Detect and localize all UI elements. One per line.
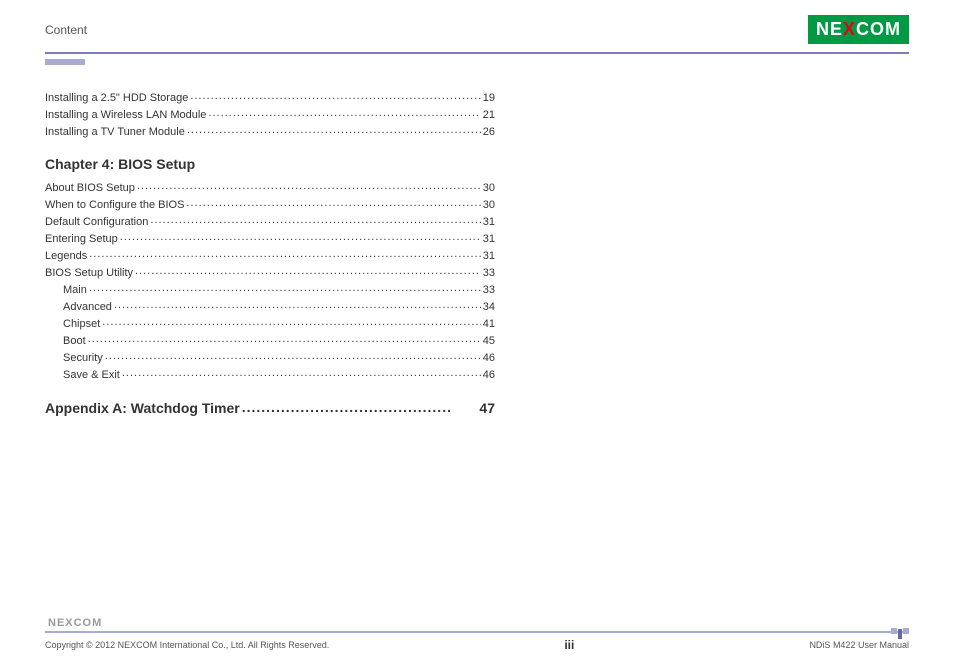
- header-section-label: Content: [45, 23, 87, 37]
- toc-dots: [120, 231, 481, 242]
- toc-entry: Chipset 41: [45, 316, 495, 330]
- toc-entry-page: 33: [483, 284, 495, 296]
- appendix-a-title: Appendix A: Watchdog Timer: [45, 400, 240, 416]
- toc-dots: [88, 333, 481, 344]
- footer-row: Copyright © 2012 NEXCOM International Co…: [45, 638, 909, 652]
- chapter-4-heading: Chapter 4: BIOS Setup: [45, 156, 495, 172]
- toc-entry: Default Configuration 31: [45, 214, 495, 228]
- toc-entry-page: 19: [483, 92, 495, 104]
- nexcom-logo: NEXCOM: [808, 15, 909, 44]
- footer-decoration-icon: [890, 621, 909, 639]
- toc-entry: Advanced 34: [45, 299, 495, 313]
- toc-dots: [114, 299, 481, 310]
- toc-entry-page: 26: [483, 126, 495, 138]
- toc-entry-title: When to Configure the BIOS: [45, 199, 184, 211]
- toc-entry-title: Installing a Wireless LAN Module: [45, 109, 206, 121]
- toc-entry-title: About BIOS Setup: [45, 182, 135, 194]
- copyright-text: Copyright © 2012 NEXCOM International Co…: [45, 640, 329, 650]
- toc-entry-title: Save & Exit: [63, 369, 120, 381]
- footer-logo: NEXCOM: [48, 617, 102, 629]
- toc-dots: [187, 124, 481, 135]
- toc-dots: [89, 282, 481, 293]
- toc-entry-page: 46: [483, 352, 495, 364]
- appendix-a-line: Appendix A: Watchdog Timer 47: [45, 399, 495, 416]
- toc-entry-title: Main: [63, 284, 87, 296]
- toc-entry-page: 34: [483, 301, 495, 313]
- appendix-a-page: 47: [479, 400, 495, 416]
- page-footer: NEXCOM Copyright © 2012 NEXCOM Internati…: [0, 631, 954, 652]
- toc-chapter-4-group: About BIOS Setup30When to Configure the …: [45, 180, 495, 381]
- toc-entry: Boot 45: [45, 333, 495, 347]
- toc-entry: Installing a 2.5" HDD Storage 19: [45, 90, 495, 104]
- page-header: Content NEXCOM: [0, 0, 954, 52]
- toc-entry-page: 31: [483, 233, 495, 245]
- toc-entry: Save & Exit 46: [45, 367, 495, 381]
- toc-pre-chapter-group: Installing a 2.5" HDD Storage19Installin…: [45, 90, 495, 138]
- toc-dots: [208, 107, 480, 118]
- table-of-contents: Installing a 2.5" HDD Storage19Installin…: [0, 90, 540, 416]
- toc-entry: Main 33: [45, 282, 495, 296]
- appendix-dots: [242, 399, 478, 413]
- toc-entry: When to Configure the BIOS 30: [45, 197, 495, 211]
- toc-entry: Installing a TV Tuner Module 26: [45, 124, 495, 138]
- toc-entry-title: Installing a TV Tuner Module: [45, 126, 185, 138]
- toc-entry-title: Chipset: [63, 318, 100, 330]
- toc-entry-title: Boot: [63, 335, 86, 347]
- toc-dots: [89, 248, 481, 259]
- header-divider: [45, 52, 909, 54]
- toc-entry-page: 31: [483, 250, 495, 262]
- manual-name: NDiS M422 User Manual: [809, 640, 909, 650]
- toc-entry-title: Advanced: [63, 301, 112, 313]
- toc-dots: [102, 316, 480, 327]
- toc-entry-title: Legends: [45, 250, 87, 262]
- page-number: iii: [564, 638, 574, 652]
- toc-entry-page: 21: [483, 109, 495, 121]
- toc-entry-page: 30: [483, 182, 495, 194]
- toc-entry-page: 46: [483, 369, 495, 381]
- toc-entry: BIOS Setup Utility 33: [45, 265, 495, 279]
- toc-dots: [150, 214, 480, 225]
- toc-entry-page: 41: [483, 318, 495, 330]
- footer-divider: NEXCOM: [45, 631, 909, 633]
- toc-entry-title: Installing a 2.5" HDD Storage: [45, 92, 188, 104]
- toc-entry: Entering Setup 31: [45, 231, 495, 245]
- toc-entry-title: Security: [63, 352, 103, 364]
- toc-dots: [190, 90, 480, 101]
- toc-dots: [186, 197, 480, 208]
- toc-entry-title: Default Configuration: [45, 216, 148, 228]
- toc-entry: Security 46: [45, 350, 495, 364]
- toc-dots: [122, 367, 481, 378]
- toc-entry-title: Entering Setup: [45, 233, 118, 245]
- toc-entry-title: BIOS Setup Utility: [45, 267, 133, 279]
- toc-entry-page: 30: [483, 199, 495, 211]
- header-accent-bar: [45, 59, 85, 65]
- toc-entry: Installing a Wireless LAN Module 21: [45, 107, 495, 121]
- toc-entry: About BIOS Setup 30: [45, 180, 495, 194]
- toc-dots: [105, 350, 481, 361]
- toc-entry-page: 45: [483, 335, 495, 347]
- toc-dots: [135, 265, 481, 276]
- toc-entry-page: 33: [483, 267, 495, 279]
- toc-entry: Legends 31: [45, 248, 495, 262]
- toc-dots: [137, 180, 481, 191]
- toc-entry-page: 31: [483, 216, 495, 228]
